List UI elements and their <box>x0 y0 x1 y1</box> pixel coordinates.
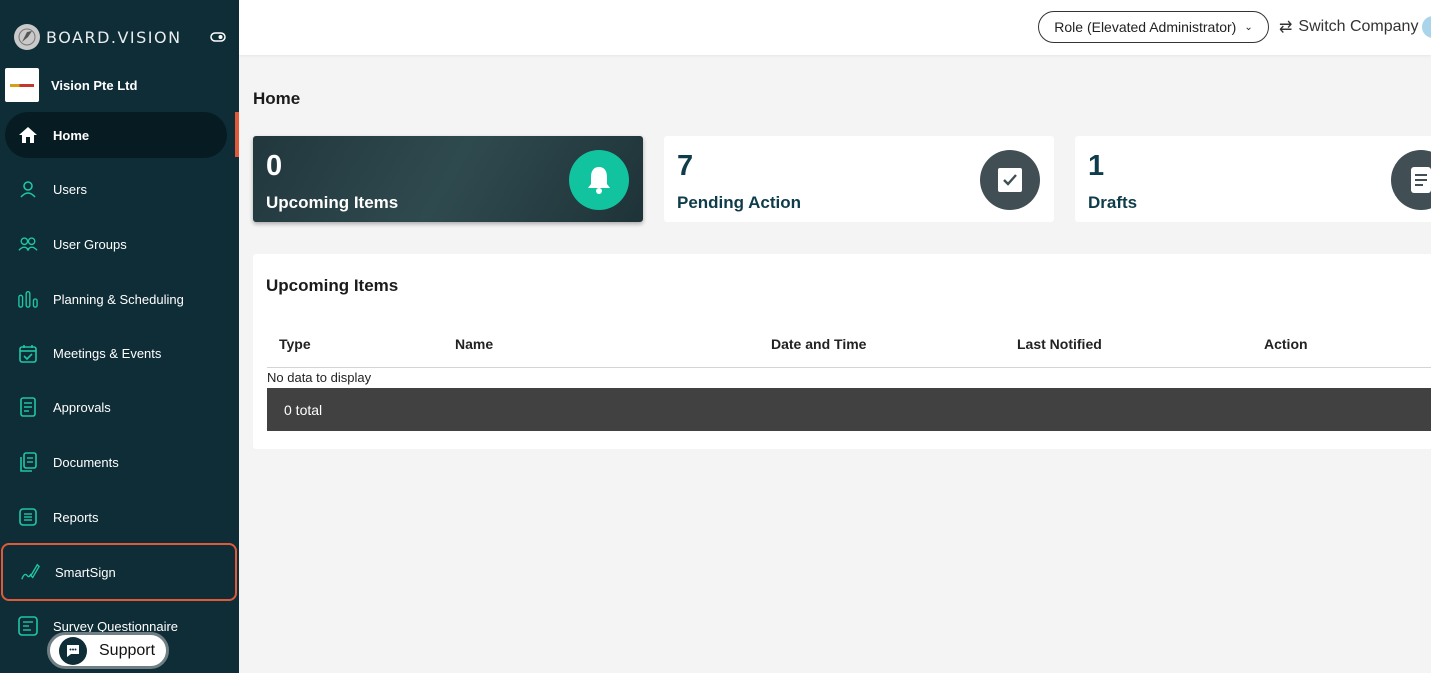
top-bar: Role (Elevated Administrator) ⌄ ⇄ Switch… <box>239 0 1431 55</box>
sidebar-item-label: Meetings & Events <box>53 345 162 361</box>
brand-name: BOARD.VISION <box>46 27 182 47</box>
sidebar-item-smartsign[interactable]: SmartSign <box>1 543 237 601</box>
sidebar-item-label: Approvals <box>53 399 111 415</box>
column-header-type[interactable]: Type <box>279 336 311 352</box>
drafts-card[interactable]: 1 Drafts <box>1075 136 1431 222</box>
card-label: Pending Action <box>677 193 802 212</box>
sidebar-item-planning[interactable]: Planning & Scheduling <box>5 276 227 322</box>
sidebar-item-reports[interactable]: Reports <box>5 494 227 540</box>
sidebar-item-label: Reports <box>53 509 99 525</box>
user-icon <box>18 179 38 199</box>
card-count: 0 <box>266 150 283 182</box>
card-label: Upcoming Items <box>266 193 399 212</box>
sidebar-item-home[interactable]: Home <box>5 112 227 158</box>
survey-icon <box>18 616 38 636</box>
upcoming-items-panel: Upcoming Items Type Name Date and Time L… <box>253 254 1431 449</box>
sidebar: BOARD.VISION Vision Pte Ltd Home Users U… <box>0 0 239 673</box>
sidebar-item-label: SmartSign <box>55 564 116 580</box>
sidebar-item-label: User Groups <box>53 236 127 252</box>
column-header-action[interactable]: Action <box>1264 336 1308 352</box>
sidebar-item-documents[interactable]: Documents <box>5 439 227 485</box>
smartsign-icon <box>20 562 40 582</box>
sidebar-item-approvals[interactable]: Approvals <box>5 384 227 430</box>
user-group-icon <box>18 234 38 254</box>
sidebar-item-meetings[interactable]: Meetings & Events <box>5 330 227 376</box>
total-count: 0 total <box>284 401 323 418</box>
planning-icon <box>18 289 38 309</box>
switch-company-button[interactable]: ⇄ Switch Company <box>1279 17 1418 37</box>
upcoming-items-card[interactable]: 0 Upcoming Items <box>253 136 643 222</box>
company-switcher[interactable]: Vision Pte Ltd <box>5 68 137 102</box>
checkbox-icon <box>980 150 1040 210</box>
pending-action-card[interactable]: 7 Pending Action <box>664 136 1054 222</box>
reports-icon <box>18 507 38 527</box>
brand[interactable]: BOARD.VISION <box>14 24 182 50</box>
active-indicator <box>235 112 239 157</box>
column-header-date-time[interactable]: Date and Time <box>771 336 866 352</box>
sidebar-item-user-groups[interactable]: User Groups <box>5 221 227 267</box>
company-name: Vision Pte Ltd <box>51 77 138 93</box>
sidebar-item-users[interactable]: Users <box>5 166 227 212</box>
swap-icon: ⇄ <box>1279 19 1293 36</box>
chevron-down-icon: ⌄ <box>1244 21 1253 33</box>
avatar[interactable] <box>1422 16 1431 38</box>
card-label: Drafts <box>1088 193 1138 212</box>
home-icon <box>18 125 38 145</box>
table-header-divider <box>267 367 1431 368</box>
calendar-icon <box>18 343 38 363</box>
document-icon <box>1391 150 1431 210</box>
card-count: 1 <box>1088 150 1105 182</box>
support-button[interactable]: Support <box>47 632 169 669</box>
company-logo <box>5 68 39 102</box>
column-header-name[interactable]: Name <box>455 336 493 352</box>
role-select-value: Role (Elevated Administrator) <box>1054 19 1237 35</box>
approval-icon <box>18 397 38 417</box>
sidebar-item-label: Users <box>53 181 87 197</box>
sidebar-item-label: Home <box>53 127 90 143</box>
role-select[interactable]: Role (Elevated Administrator) ⌄ <box>1038 11 1269 43</box>
sidebar-item-label: Planning & Scheduling <box>53 291 184 307</box>
panel-title: Upcoming Items <box>266 276 399 295</box>
bell-icon <box>569 150 629 210</box>
card-count: 7 <box>677 150 694 182</box>
sidebar-item-label: Documents <box>53 454 119 470</box>
switch-company-label: Switch Company <box>1298 18 1419 35</box>
support-label: Support <box>99 641 156 659</box>
documents-icon <box>18 452 38 472</box>
table-footer: 0 total <box>267 388 1431 431</box>
sidebar-toggle-icon[interactable] <box>210 30 226 48</box>
chat-icon <box>59 636 87 665</box>
empty-state-text: No data to display <box>267 370 372 385</box>
brand-logo-icon <box>14 24 40 50</box>
page-title: Home <box>253 89 301 108</box>
column-header-last-notified[interactable]: Last Notified <box>1017 336 1102 352</box>
